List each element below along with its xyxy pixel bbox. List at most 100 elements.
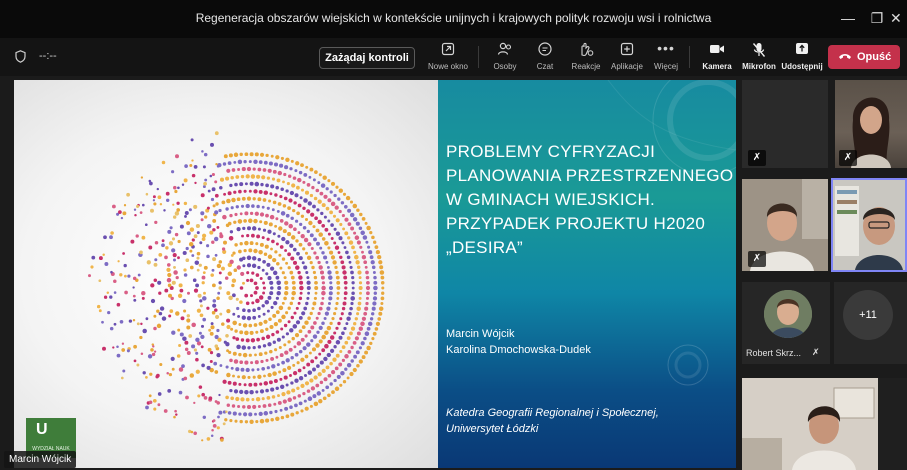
decorative-dot [278, 226, 283, 231]
more-participants-tile[interactable]: +11 [834, 282, 907, 364]
decorative-dot [241, 375, 246, 380]
decorative-dot [262, 281, 266, 285]
people-button[interactable]: Osoby [488, 42, 522, 71]
decorative-dot [235, 337, 240, 341]
decorative-dot [251, 226, 257, 231]
leave-button[interactable]: Opuść [828, 45, 900, 69]
decorative-dot [308, 175, 312, 179]
participant-tile[interactable]: ✗ [742, 80, 828, 168]
decorative-dot [319, 380, 324, 385]
decorative-dot [298, 275, 303, 280]
decorative-dot [229, 358, 233, 363]
decorative-dot [277, 318, 282, 323]
decorative-dot [324, 330, 329, 335]
decorative-dot [290, 315, 294, 320]
apps-button[interactable]: Aplikacje [609, 42, 645, 71]
share-button[interactable]: Udostępnij [781, 42, 823, 71]
decorative-dot [271, 364, 276, 369]
new-window-button[interactable]: Nowe okno [427, 42, 469, 71]
decorative-dot [293, 227, 297, 232]
decorative-dot [221, 322, 225, 326]
participant-tile[interactable]: Robert Skrz... ✗ [742, 282, 830, 364]
decorative-dot [281, 314, 286, 320]
chat-button[interactable]: Czat [530, 42, 560, 71]
decorative-dot [300, 337, 305, 342]
reactions-button[interactable]: Reakcje [567, 42, 605, 71]
decorative-dot [294, 169, 298, 173]
decorative-dot [255, 242, 259, 246]
decorative-dot [345, 250, 349, 255]
decorative-dot [164, 255, 168, 260]
decorative-dot [293, 345, 297, 349]
decorative-dot [297, 301, 301, 305]
decorative-dot [284, 286, 289, 290]
participant-tile[interactable]: ✗ [835, 80, 907, 168]
minimize-button[interactable]: — [835, 6, 861, 30]
decorative-dot [309, 311, 313, 316]
decorative-dot [243, 219, 247, 223]
decorative-dot [175, 311, 180, 316]
decorative-dot [239, 360, 244, 365]
decorative-dot [275, 275, 280, 280]
decorative-dot [229, 213, 233, 218]
restore-button[interactable]: ❐ [864, 6, 890, 30]
new-window-label: Nowe okno [427, 62, 469, 71]
decorative-dot [358, 226, 363, 230]
decorative-dot [259, 212, 265, 217]
decorative-dot [247, 309, 251, 313]
decorative-dot [136, 322, 140, 326]
decorative-dot [289, 301, 294, 306]
decorative-dot [380, 296, 385, 301]
decorative-dot [259, 220, 263, 224]
decorative-dot [284, 249, 288, 252]
decorative-dot [199, 313, 204, 318]
decorative-dot [271, 177, 276, 181]
decorative-dot [268, 199, 272, 203]
participant-tile[interactable]: ✗ [742, 179, 828, 271]
decorative-dot [273, 379, 278, 383]
decorative-dot [219, 232, 223, 236]
decorative-dot [141, 296, 145, 300]
decorative-dot [200, 211, 205, 216]
decorative-dot [367, 321, 373, 327]
decorative-dot [359, 212, 363, 217]
decorative-dot [109, 295, 113, 299]
mic-off-icon [739, 42, 779, 58]
participant-tile-active-speaker[interactable] [831, 178, 907, 272]
decorative-dot [231, 197, 236, 203]
microphone-button[interactable]: Mikrofon [739, 42, 779, 71]
decorative-dot [270, 418, 274, 422]
decorative-dot [369, 255, 374, 260]
more-button[interactable]: ••• Więcej [651, 41, 681, 71]
decorative-dot [255, 420, 259, 424]
decorative-dot [181, 183, 185, 187]
decorative-dot [286, 390, 291, 395]
decorative-dot [272, 169, 277, 174]
decorative-dot [269, 192, 273, 196]
decorative-dot [303, 373, 308, 378]
decorative-dot [211, 187, 216, 192]
share-icon [781, 42, 823, 58]
decorative-dot [347, 236, 351, 240]
title-bar: Regeneracja obszarów wiejskich w kontekś… [0, 0, 907, 38]
participant-tile[interactable] [742, 378, 907, 470]
decorative-dot [149, 372, 153, 376]
decorative-dot [356, 240, 361, 245]
decorative-dot [202, 415, 207, 420]
decorative-dot [292, 370, 298, 376]
decorative-dot [335, 326, 339, 330]
phone-hangup-icon [838, 45, 852, 69]
decorative-dot [321, 203, 326, 208]
decorative-dot [288, 223, 293, 229]
decorative-dot [275, 217, 279, 221]
request-control-button[interactable]: Zażądaj kontroli [319, 47, 415, 69]
decorative-dot [275, 416, 280, 422]
camera-button[interactable]: Kamera [700, 42, 734, 71]
close-button[interactable]: ✕ [890, 6, 907, 30]
decorative-dot [103, 235, 107, 240]
decorative-dot [136, 204, 140, 208]
decorative-dot [214, 180, 218, 184]
decorative-dot [244, 182, 248, 186]
decorative-dot [199, 299, 203, 303]
decorative-dot [347, 350, 352, 354]
